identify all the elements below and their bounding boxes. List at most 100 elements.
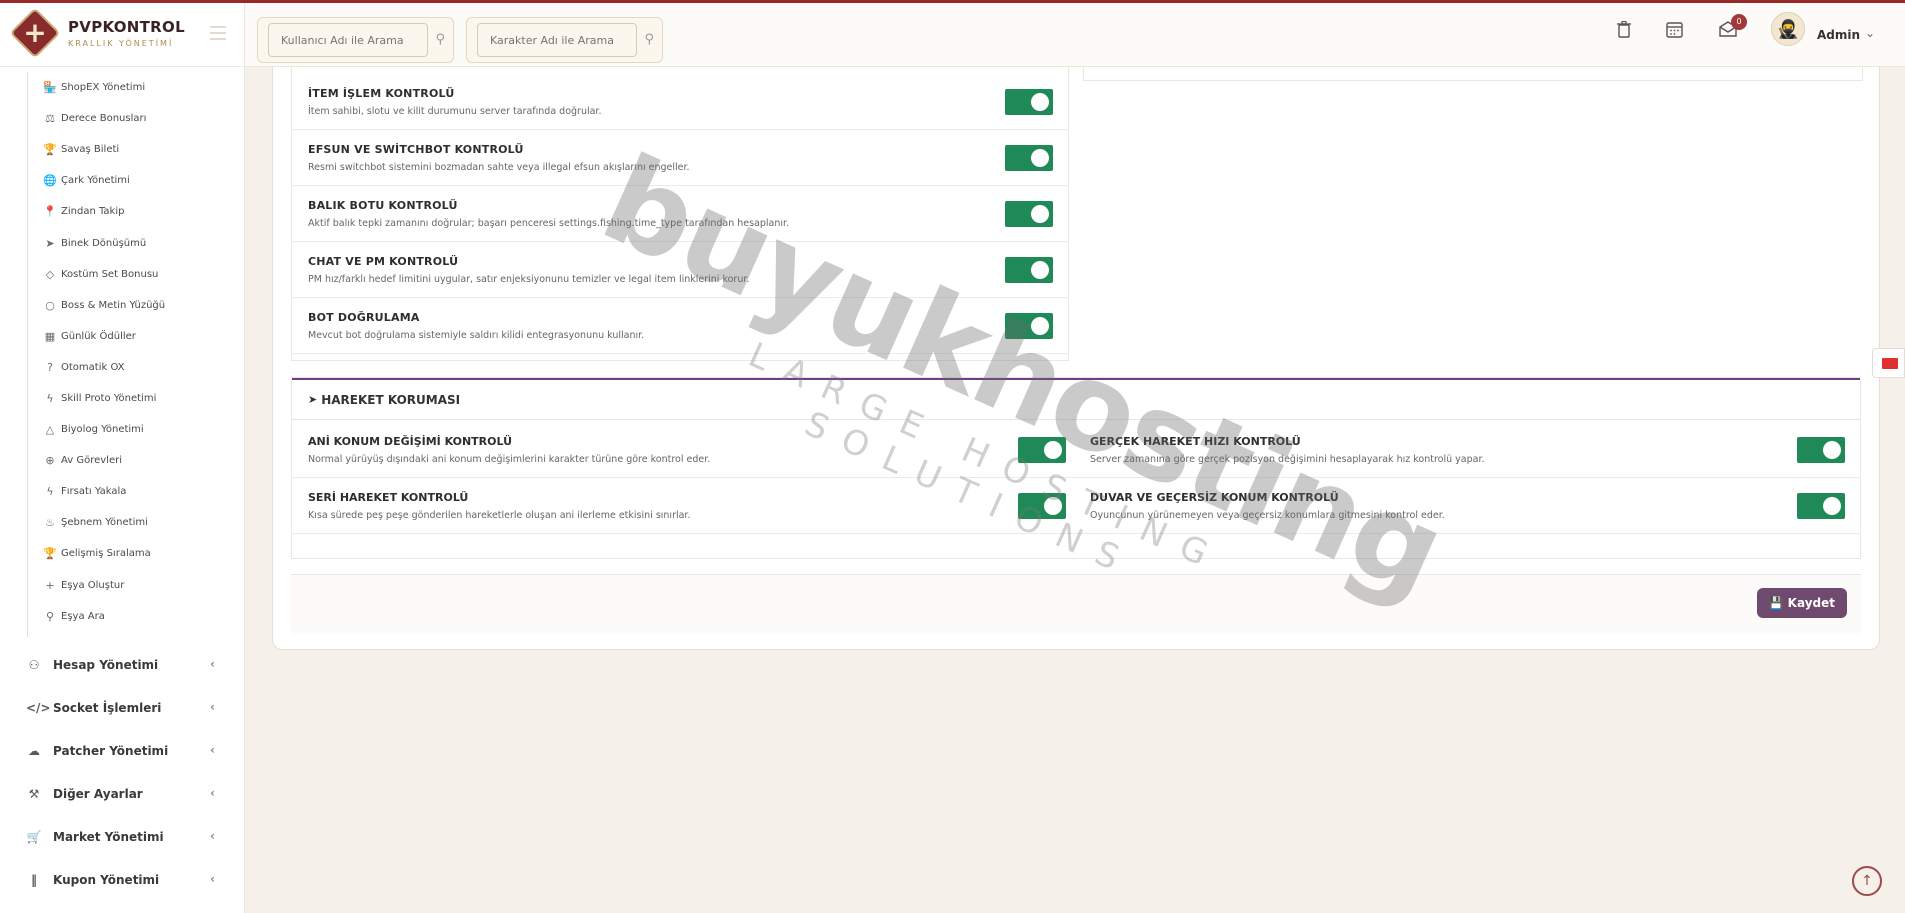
form-footer: 💾 Kaydet [291,574,1861,634]
sidebar-nav-item[interactable]: ⚒ Diğer Ayarlar ‹ [0,772,245,815]
location-arrow-icon: ➤ [308,393,318,406]
submenu-item-label: Fırsatı Yakala [61,486,127,498]
brand-subtitle: KRALLIK YÖNETİMİ [68,39,174,48]
chevron-left-icon: ‹ [210,700,215,714]
flask-icon: △ [45,423,55,437]
control-description: İtem sahibi, slotu ve kilit durumunu ser… [308,106,602,117]
movement-control-row: SERİ HAREKET KONTROLÜ Kısa sürede peş peş… [292,478,1074,534]
submenu-item[interactable]: + Eşya Oluştur [28,570,227,601]
submenu-item[interactable]: ◇ Kostüm Set Bonusu [28,259,227,290]
sidebar-nav-label: Diğer Ayarlar [53,786,143,801]
trash-icon[interactable] [1617,20,1631,43]
submenu-item-label: Gelişmiş Sıralama [61,548,151,560]
movement-control-row: GERÇEK HAREKET HIZI KONTROLÜ Server zaman… [1074,422,1860,478]
sidebar-nav-label: Hesap Yönetimi [53,657,159,672]
submenu-item[interactable]: 📍 Zindan Takip [28,196,227,227]
language-flag-icon[interactable] [1872,348,1905,378]
sidebar-nav-item[interactable]: ☁ Patcher Yönetimi ‹ [0,729,245,772]
submenu-item[interactable]: ⚲ Eşya Ara [28,601,227,632]
sidebar-nav-item[interactable]: ‖ Kupon Yönetimi ‹ [0,858,245,901]
toggle-switch[interactable] [1005,257,1053,283]
toggle-switch[interactable] [1797,437,1845,463]
search-icon: ⚲ [45,609,55,623]
trophy-icon: 🏆 [43,143,57,157]
movement-control-row: ANİ KONUM DEĞİŞİMİ KONTROLÜ Normal yürüyü… [292,422,1074,478]
chevron-down-icon[interactable]: ⌄ [1865,26,1875,40]
sidebar-nav-item[interactable]: </> Socket İşlemleri ‹ [0,686,245,729]
submenu-item-label: Savaş Bileti [61,144,120,156]
search-icon[interactable]: ⚲ [435,32,445,47]
toggle-switch[interactable] [1005,201,1053,227]
pin-icon: 📍 [43,205,57,219]
toggle-switch[interactable] [1797,493,1845,519]
submenu-item[interactable]: 🏪 ShopEX Yönetimi [28,72,227,103]
submenu-item[interactable]: ⊕ Av Görevleri [28,445,227,476]
submenu-item-label: Çark Yönetimi [61,175,130,187]
submenu-item-label: Şebnem Yönetimi [61,517,148,529]
movement-protection-title: HAREKET KORUMASI [321,392,461,407]
chevron-left-icon: ‹ [210,786,215,800]
submenu-item[interactable]: ➤ Binek Dönüşümü [28,227,227,258]
avatar[interactable]: 🥷 [1771,12,1805,46]
toggle-switch[interactable] [1018,437,1066,463]
submenu-item[interactable]: ▦ Günlük Ödüller [28,321,227,352]
control-title: SERİ HAREKET KONTROLÜ [308,491,469,504]
toggle-switch[interactable] [1018,493,1066,519]
submenu-item[interactable]: ♨ Şebnem Yönetimi [28,507,227,538]
menu-toggle-icon[interactable] [210,26,226,40]
submenu-item[interactable]: ϟ Skill Proto Yönetimi [28,383,227,414]
sidebar-nav-label: Market Yönetimi [53,829,164,844]
user-search-input[interactable] [268,23,428,57]
control-title: GERÇEK HAREKET HIZI KONTROLÜ [1090,435,1301,448]
movement-control-row: DUVAR VE GEÇERSİZ KONUM KONTROLÜ Oyuncunu… [1074,478,1860,534]
control-description: Oyuncunun yürünemeyen veya geçersiz konu… [1090,510,1445,521]
submenu-item[interactable]: 🌐 Çark Yönetimi [28,165,227,196]
save-button[interactable]: 💾 Kaydet [1756,588,1847,618]
sidebar-nav-item[interactable]: ⚇ Hesap Yönetimi ‹ [0,643,245,686]
controls-panel-left: İTEM İŞLEM KONTROLÜ İtem sahibi, slotu ve… [291,41,1069,361]
calendar-icon[interactable] [1666,21,1683,43]
toggle-switch[interactable] [1005,89,1053,115]
submenu-item[interactable]: 🏆 Gelişmiş Sıralama [28,538,227,569]
movement-protection-panel: ➤ HAREKET KORUMASI ANİ KONUM DEĞİŞİMİ KO… [291,377,1861,559]
control-description: Mevcut bot doğrulama sistemiyle saldırı … [308,330,645,341]
bolt-icon: ϟ [46,485,54,499]
submenu-item[interactable]: ⚖ Derece Bonusları [28,103,227,134]
character-search-input[interactable] [477,23,637,57]
scroll-to-top-button[interactable]: ↑ [1852,866,1882,896]
top-header: ⚲ ⚲ 0 🥷 Admin ⌄ [245,3,1905,67]
submenu-item-label: Binek Dönüşümü [61,237,147,249]
chevron-left-icon: ‹ [210,872,215,886]
calendar-icon: ▦ [44,329,56,343]
control-title: EFSUN VE SWİTCHBOT KONTROLÜ [308,143,524,156]
sidebar-nav-label: Socket İşlemleri [53,700,162,715]
trophy-icon: 🏆 [43,547,57,561]
control-row: EFSUN VE SWİTCHBOT KONTROLÜ Resmi switchb… [292,130,1068,186]
submenu-item[interactable]: ○ Boss & Metin Yüzüğü [28,290,227,321]
sidebar-nav-item[interactable]: 🛒 Market Yönetimi ‹ [0,815,245,858]
chevron-left-icon: ‹ [210,657,215,671]
circle-icon: ○ [45,298,55,312]
control-description: PM hız/farklı hedef limitini uygular, sa… [308,274,750,285]
cart-icon: 🛒 [26,829,42,844]
brand[interactable]: + PVPKONTROL KRALLIK YÖNETİMİ [0,0,244,67]
movement-protection-header: ➤ HAREKET KORUMASI [292,378,1860,420]
toggle-switch[interactable] [1005,313,1053,339]
control-title: DUVAR VE GEÇERSİZ KONUM KONTROLÜ [1090,491,1339,504]
submenu-item[interactable]: ? Otomatik OX [28,352,227,383]
sidebar-nav-label: Kupon Yönetimi [53,872,160,887]
submenu-item[interactable]: △ Biyolog Yönetimi [28,414,227,445]
scale-icon: ⚖ [45,112,55,126]
toggle-switch[interactable] [1005,145,1053,171]
submenu-item-label: Eşya Ara [61,610,105,622]
control-description: Server zamanına göre gerçek pozisyon değ… [1090,454,1485,465]
main-nav: ⚇ Hesap Yönetimi ‹ </> Socket İşlemleri ‹ ☁ Pat… [0,643,245,901]
search-icon[interactable]: ⚲ [644,32,654,47]
control-description: Kısa sürede peş peşe gönderilen hareketl… [308,510,691,521]
submenu-item[interactable]: ϟ Fırsatı Yakala [28,476,227,507]
top-accent-line [0,0,1905,3]
control-description: Normal yürüyüş dışındaki ani konum değiş… [308,454,711,465]
users-icon: ⚇ [28,657,40,672]
submenu-item[interactable]: 🏆 Savaş Bileti [28,134,227,165]
user-name[interactable]: Admin [1817,28,1860,42]
